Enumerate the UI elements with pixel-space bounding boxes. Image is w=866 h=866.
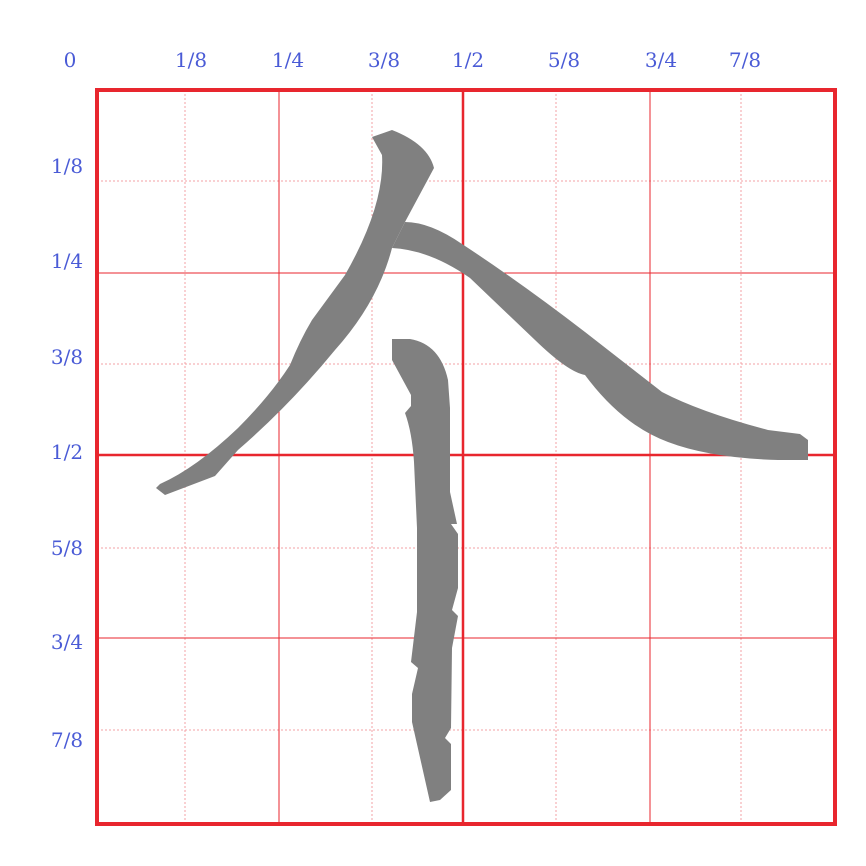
left-label-1-4: 1/4	[50, 249, 84, 273]
top-label-1-4: 1/4	[271, 48, 305, 72]
top-label-1-8: 1/8	[174, 48, 208, 72]
left-label-7-8: 7/8	[50, 728, 84, 752]
top-label-7-8: 7/8	[728, 48, 762, 72]
top-label-3-8: 3/8	[367, 48, 401, 72]
glyph-character	[156, 130, 808, 802]
grid-canvas	[95, 88, 837, 826]
glyph-right-falling-stroke	[392, 222, 808, 460]
top-label-1-2: 1/2	[451, 48, 485, 72]
left-label-3-8: 3/8	[50, 345, 84, 369]
left-label-1-8: 1/8	[50, 154, 84, 178]
top-label-5-8: 5/8	[547, 48, 581, 72]
left-label-5-8: 5/8	[50, 536, 84, 560]
glyph-left-falling-stroke	[156, 130, 434, 495]
top-label-0: 0	[63, 48, 77, 72]
left-label-3-4: 3/4	[50, 630, 84, 654]
top-label-3-4: 3/4	[644, 48, 678, 72]
left-label-1-2: 1/2	[50, 440, 84, 464]
glyph-vertical-stroke	[392, 339, 458, 802]
